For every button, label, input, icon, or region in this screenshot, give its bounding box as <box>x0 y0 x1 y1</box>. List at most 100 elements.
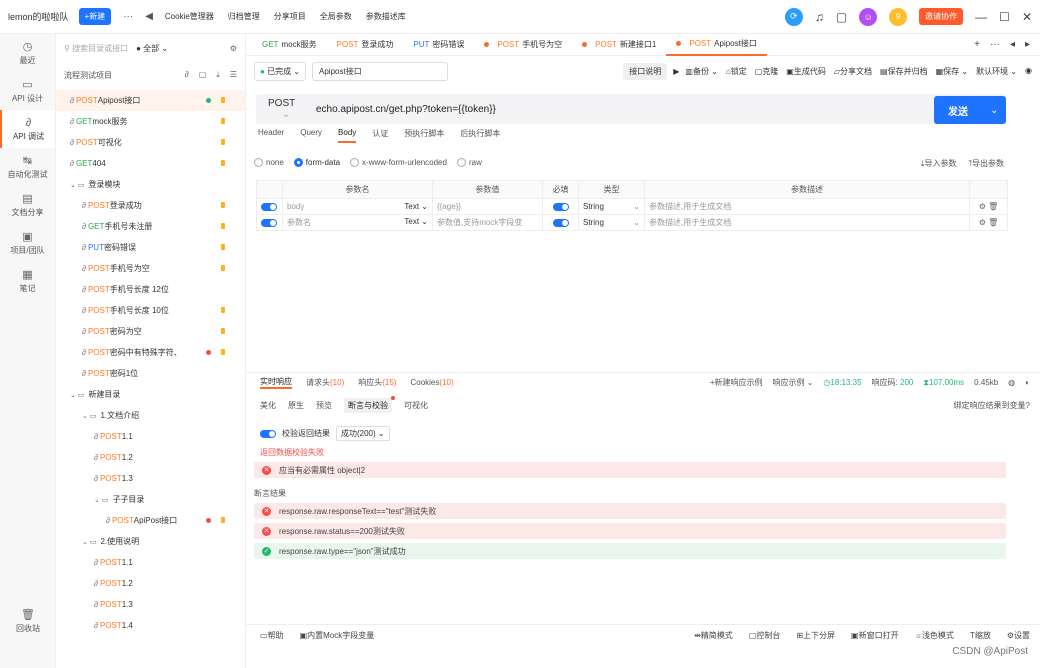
bell-icon[interactable]: ♫ <box>815 10 824 24</box>
tree-item[interactable]: ∂ GET 404 <box>56 153 245 174</box>
request-tab[interactable]: POST 手机号为空 <box>474 34 572 56</box>
bind-variable-link[interactable]: 绑定响应结果到变量? <box>954 400 1040 411</box>
run-icon[interactable]: ▶ <box>673 67 679 76</box>
theme-button[interactable]: ☼浅色模式 <box>915 630 954 641</box>
tab-request-headers[interactable]: 请求头(10) <box>306 377 344 388</box>
tab-post-script[interactable]: 后执行脚本 <box>460 128 500 143</box>
radio-urlencoded[interactable]: x-www-form-urlencoded <box>350 158 447 168</box>
tree-item[interactable]: ∂ POST 1.4 <box>56 615 245 636</box>
more-icon[interactable]: ··· <box>123 11 133 22</box>
tree-item[interactable]: ∂ POST 密码中有特殊字符、 <box>56 342 245 363</box>
settings-icon[interactable]: ⚙ <box>979 218 986 227</box>
delete-icon[interactable]: 🗑 <box>988 218 998 227</box>
new-link-icon[interactable]: ∂ <box>185 70 189 80</box>
delete-icon[interactable]: 🗑 <box>988 202 998 211</box>
tree-item[interactable]: ∂ POST 可视化 <box>56 132 245 153</box>
new-window-button[interactable]: ▣新窗口打开 <box>851 630 899 641</box>
tab-assertions[interactable]: 断言与校验 <box>344 395 395 413</box>
menu-cookie-manager[interactable]: Cookie管理器 <box>165 11 214 22</box>
new-example-button[interactable]: +新建响应示例 <box>710 377 763 388</box>
clone-button[interactable]: ▢克隆 <box>755 66 779 77</box>
notification-badge[interactable]: 9 <box>889 7 908 26</box>
invite-button[interactable]: 邀请协作 <box>919 8 964 25</box>
tree-folder[interactable]: ⌄ ▭ 新建目录 <box>56 384 245 405</box>
radio-form-data[interactable]: form-data <box>293 158 340 168</box>
menu-icon[interactable]: ☰ <box>230 70 237 80</box>
backup-button[interactable]: ▥备份 ⌄ <box>685 66 718 77</box>
tree-item[interactable]: ∂ POST 1.3 <box>56 468 245 489</box>
param-desc-cell[interactable]: 参数描述,用于生成文档 <box>644 198 970 215</box>
rail-item-recent[interactable]: ◷ 最近 <box>0 34 55 72</box>
tab-visualize[interactable]: 可视化 <box>404 400 428 411</box>
close-icon[interactable]: ✕ <box>1022 10 1032 24</box>
rail-item-project-team[interactable]: ▣ 项目/团队 <box>0 224 55 262</box>
filter-select[interactable]: ● 全部 ⌄ <box>136 43 168 54</box>
save-archive-button[interactable]: ▤保存并归档 <box>880 66 928 77</box>
doc-button[interactable]: 接口说明 <box>623 62 668 80</box>
tree-item[interactable]: ∂ POST 手机号为空 <box>56 258 245 279</box>
tree-item[interactable]: ∂ POST 1.1 <box>56 552 245 573</box>
help-button[interactable]: ▭帮助 <box>260 630 284 641</box>
tree-folder[interactable]: ⌄ ▭ 登录模块 <box>56 174 245 195</box>
maximize-icon[interactable]: ☐ <box>999 10 1010 24</box>
rail-item-trash[interactable]: 🗑 回收站 <box>0 602 56 640</box>
tab-query[interactable]: Query <box>300 128 322 143</box>
split-button[interactable]: ⊞上下分屏 <box>796 630 835 641</box>
more-tabs-icon[interactable]: ··· <box>990 39 1000 50</box>
tab-response-headers[interactable]: 响应头(15) <box>358 377 396 388</box>
url-input[interactable]: echo.apipost.cn/get.php?token={{token}} <box>316 104 496 115</box>
status-select[interactable]: ● 已完成 ⌄ <box>254 61 307 81</box>
new-folder-icon[interactable]: ▢ <box>199 70 207 80</box>
tab-raw[interactable]: 原生 <box>288 400 304 411</box>
tree-item[interactable]: ∂ POST 1.2 <box>56 573 245 594</box>
tree-item[interactable]: ∂ POST 密码为空 <box>56 321 245 342</box>
verify-select[interactable]: 成功(200) ⌄ <box>336 426 390 441</box>
method-select[interactable]: POST ⌄ <box>256 98 316 120</box>
menu-archive[interactable]: 归档管理 <box>228 11 260 22</box>
tree-item[interactable]: ∂ GET mock服务 <box>56 111 245 132</box>
minimize-icon[interactable]: — <box>975 10 987 24</box>
param-toggle[interactable] <box>256 214 283 231</box>
tree-item[interactable]: ∂ POST 1.2 <box>56 447 245 468</box>
compact-mode-button[interactable]: ⇹精简模式 <box>694 630 733 641</box>
example-select[interactable]: 响应示例 ⌄ <box>772 377 813 388</box>
rail-item-api-design[interactable]: ▭ API 设计 <box>0 72 55 110</box>
tree-item[interactable]: ∂ PUT 密码错误 <box>56 237 245 258</box>
lock-button[interactable]: ⌂锁定 <box>726 66 747 77</box>
back-icon[interactable]: ◀ <box>145 11 153 22</box>
request-tab[interactable]: PUT 密码错误 <box>403 34 474 56</box>
tree-item[interactable]: ∂ GET 手机号未注册 <box>56 216 245 237</box>
add-tab-icon[interactable]: + <box>974 39 980 50</box>
new-button[interactable]: +新建 <box>78 8 112 25</box>
param-value-cell[interactable]: {{age}} <box>432 198 543 215</box>
radio-raw[interactable]: raw <box>456 158 482 168</box>
zoom-button[interactable]: T缩放 <box>970 630 991 641</box>
request-tab[interactable]: POST 登录成功 <box>327 34 404 56</box>
tab-next-icon[interactable]: ▸ <box>1025 39 1030 50</box>
param-toggle[interactable] <box>256 198 283 215</box>
request-tab[interactable]: GET mock服务 <box>252 34 327 56</box>
request-name-input[interactable]: Apipost接口 <box>312 61 449 81</box>
rail-item-auto-test[interactable]: ↹ 自动化测试 <box>0 148 55 186</box>
param-type-cell[interactable]: String ⌄ <box>578 198 645 215</box>
tab-cookies[interactable]: Cookies(10) <box>410 378 453 387</box>
tree-item[interactable]: ∂ POST 1.1 <box>56 426 245 447</box>
rail-item-doc-share[interactable]: ▤ 文档分享 <box>0 186 55 224</box>
sync-icon[interactable]: ⟳ <box>784 7 803 26</box>
tree-item[interactable]: ∂ POST 登录成功 <box>56 195 245 216</box>
request-tab[interactable]: POST 新建接口1 <box>572 34 666 56</box>
menu-share-project[interactable]: 分享项目 <box>274 11 306 22</box>
radio-none[interactable]: none <box>254 158 284 168</box>
rail-item-notes[interactable]: ▦ 笔记 <box>0 262 55 300</box>
param-name-cell[interactable]: body Text ⌄ <box>282 198 433 215</box>
search-input[interactable]: ⚲ 搜索目录或接口 <box>64 43 128 54</box>
generate-code-button[interactable]: ▣生成代码 <box>786 66 826 77</box>
tree-item[interactable]: ∂ POST Apipost接口 <box>56 90 245 111</box>
tab-prev-icon[interactable]: ◂ <box>1010 39 1015 50</box>
send-button[interactable]: 发送 ⌄ <box>934 96 1006 124</box>
rail-item-api-debug[interactable]: ∂ API 调试 <box>0 110 55 148</box>
menu-param-library[interactable]: 参数描述库 <box>366 11 406 22</box>
export-params-button[interactable]: ⤒导出参数 <box>968 158 1004 169</box>
tree-folder[interactable]: ⌄ ▭ 1.文档介绍 <box>56 405 245 426</box>
tab-body[interactable]: Body <box>338 128 357 143</box>
